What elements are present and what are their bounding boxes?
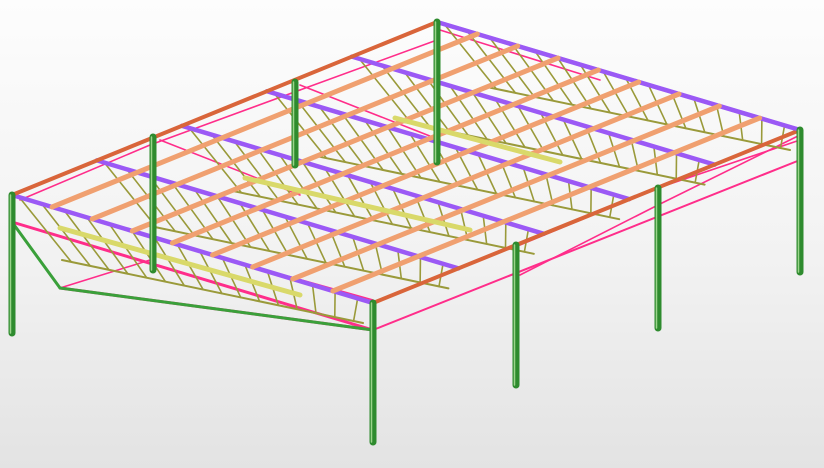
eave-tie[interactable]: [58, 286, 375, 332]
3d-model-viewport[interactable]: [0, 0, 824, 468]
steel-frame-model[interactable]: [0, 0, 824, 468]
truss-web[interactable]: [311, 284, 317, 314]
purlin[interactable]: [330, 115, 763, 294]
eave-top-chord[interactable]: [10, 20, 439, 197]
cross-brace[interactable]: [657, 134, 801, 206]
cross-brace[interactable]: [299, 39, 438, 91]
purlin[interactable]: [250, 91, 682, 270]
purlin[interactable]: [210, 79, 642, 258]
eave-tie[interactable]: [10, 220, 62, 290]
truss-web[interactable]: [352, 297, 359, 322]
